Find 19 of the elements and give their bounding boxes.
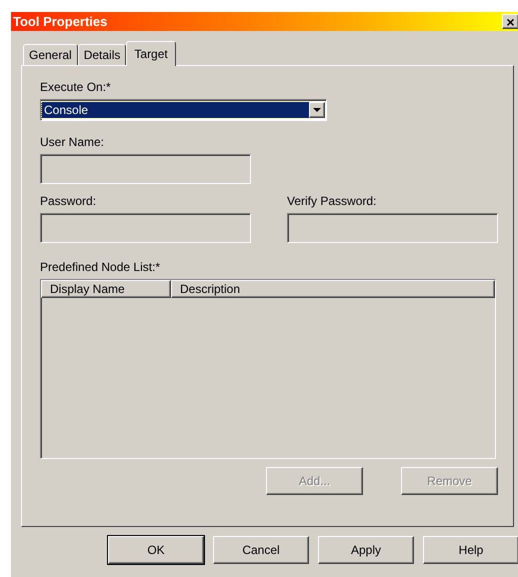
node-list[interactable]: Display Name Description xyxy=(40,279,496,459)
dialog-button[interactable]: Apply xyxy=(318,536,414,564)
column-header[interactable]: Display Name xyxy=(41,280,171,298)
column-header[interactable]: Description xyxy=(171,280,495,298)
field-label: Verify Password: xyxy=(287,194,378,210)
window-title: Tool Properties xyxy=(13,14,108,29)
list-label: Predefined Node List:* xyxy=(40,260,162,276)
tab[interactable]: General xyxy=(23,44,78,65)
dropdown[interactable]: Console xyxy=(40,99,327,121)
tab[interactable]: Target xyxy=(126,41,176,66)
dialog-button[interactable]: Cancel xyxy=(213,536,309,564)
field-label: Execute On:* xyxy=(40,80,112,96)
close-button[interactable]: × xyxy=(502,14,518,29)
field-label: User Name: xyxy=(40,135,106,151)
tab[interactable]: Details xyxy=(78,44,126,65)
dialog-button[interactable]: Help xyxy=(423,536,518,564)
dialog-button[interactable]: OK xyxy=(108,536,204,564)
field-label: Password: xyxy=(40,194,98,210)
dropdown-value: Console xyxy=(42,102,309,118)
